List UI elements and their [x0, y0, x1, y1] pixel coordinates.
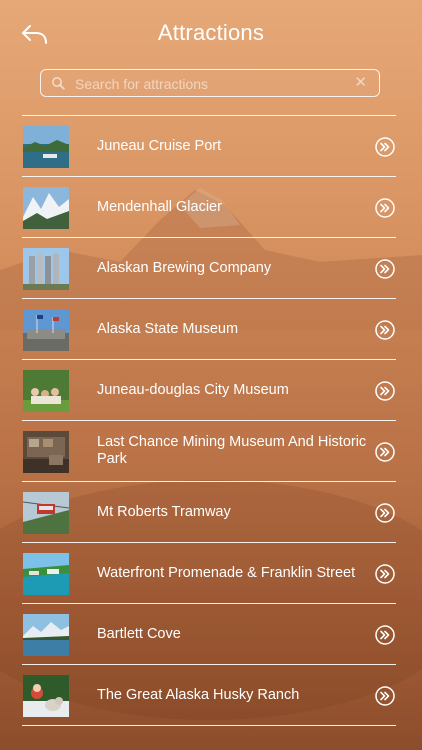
list-divider: [22, 725, 396, 726]
search-input[interactable]: [73, 73, 347, 95]
brewing-photo: [23, 248, 69, 290]
list-item[interactable]: Waterfront Promenade & Franklin Street: [22, 543, 396, 603]
tramway-photo: [23, 492, 69, 534]
husky-ranch-photo: [23, 675, 69, 717]
state-museum-photo: [23, 309, 69, 351]
cruise-port-photo: [23, 126, 69, 168]
attraction-name: Last Chance Mining Museum And Historic P…: [97, 434, 367, 467]
chevron-right-icon[interactable]: [375, 381, 395, 401]
list-item[interactable]: Alaskan Brewing Company: [22, 238, 396, 298]
list-item[interactable]: Alaska State Museum: [22, 299, 396, 359]
attraction-name: Juneau-douglas City Museum: [97, 381, 289, 398]
list-item[interactable]: Mendenhall Glacier: [22, 177, 396, 237]
chevron-right-icon[interactable]: [375, 564, 395, 584]
header: Attractions: [0, 0, 422, 64]
chevron-right-icon[interactable]: [375, 137, 395, 157]
list-item[interactable]: Bartlett Cove: [22, 604, 396, 664]
attraction-name: Bartlett Cove: [97, 625, 181, 642]
search-bar[interactable]: ✕: [40, 69, 380, 97]
search-icon: [52, 77, 65, 90]
page-title: Attractions: [157, 20, 265, 45]
chevron-right-icon[interactable]: [375, 442, 395, 462]
list-item[interactable]: Last Chance Mining Museum And Historic P…: [22, 421, 396, 481]
city-museum-photo: [23, 370, 69, 412]
chevron-right-icon[interactable]: [375, 625, 395, 645]
attraction-name: Waterfront Promenade & Franklin Street: [97, 564, 356, 581]
chevron-right-icon[interactable]: [375, 503, 395, 523]
list-item[interactable]: The Great Alaska Husky Ranch: [22, 665, 396, 725]
clear-icon[interactable]: ✕: [354, 74, 367, 92]
waterfront-photo: [23, 553, 69, 595]
bartlett-cove-photo: [23, 614, 69, 656]
chevron-right-icon[interactable]: [375, 198, 395, 218]
list-item[interactable]: Juneau-douglas City Museum: [22, 360, 396, 420]
chevron-right-icon[interactable]: [375, 686, 395, 706]
glacier-photo: [23, 187, 69, 229]
chevron-right-icon[interactable]: [375, 320, 395, 340]
attraction-name: Mendenhall Glacier: [97, 198, 222, 215]
attraction-name: The Great Alaska Husky Ranch: [97, 686, 300, 703]
attraction-name: Mt Roberts Tramway: [97, 503, 231, 520]
attraction-name: Alaska State Museum: [97, 320, 239, 337]
list-item[interactable]: Juneau Cruise Port: [22, 116, 396, 176]
mining-museum-photo: [23, 431, 69, 473]
attractions-list: Juneau Cruise Port Mendenhall Glacier Al…: [22, 115, 396, 726]
list-item[interactable]: Mt Roberts Tramway: [22, 482, 396, 542]
attraction-name: Alaskan Brewing Company: [97, 259, 272, 276]
attraction-name: Juneau Cruise Port: [97, 137, 222, 154]
chevron-right-icon[interactable]: [375, 259, 395, 279]
